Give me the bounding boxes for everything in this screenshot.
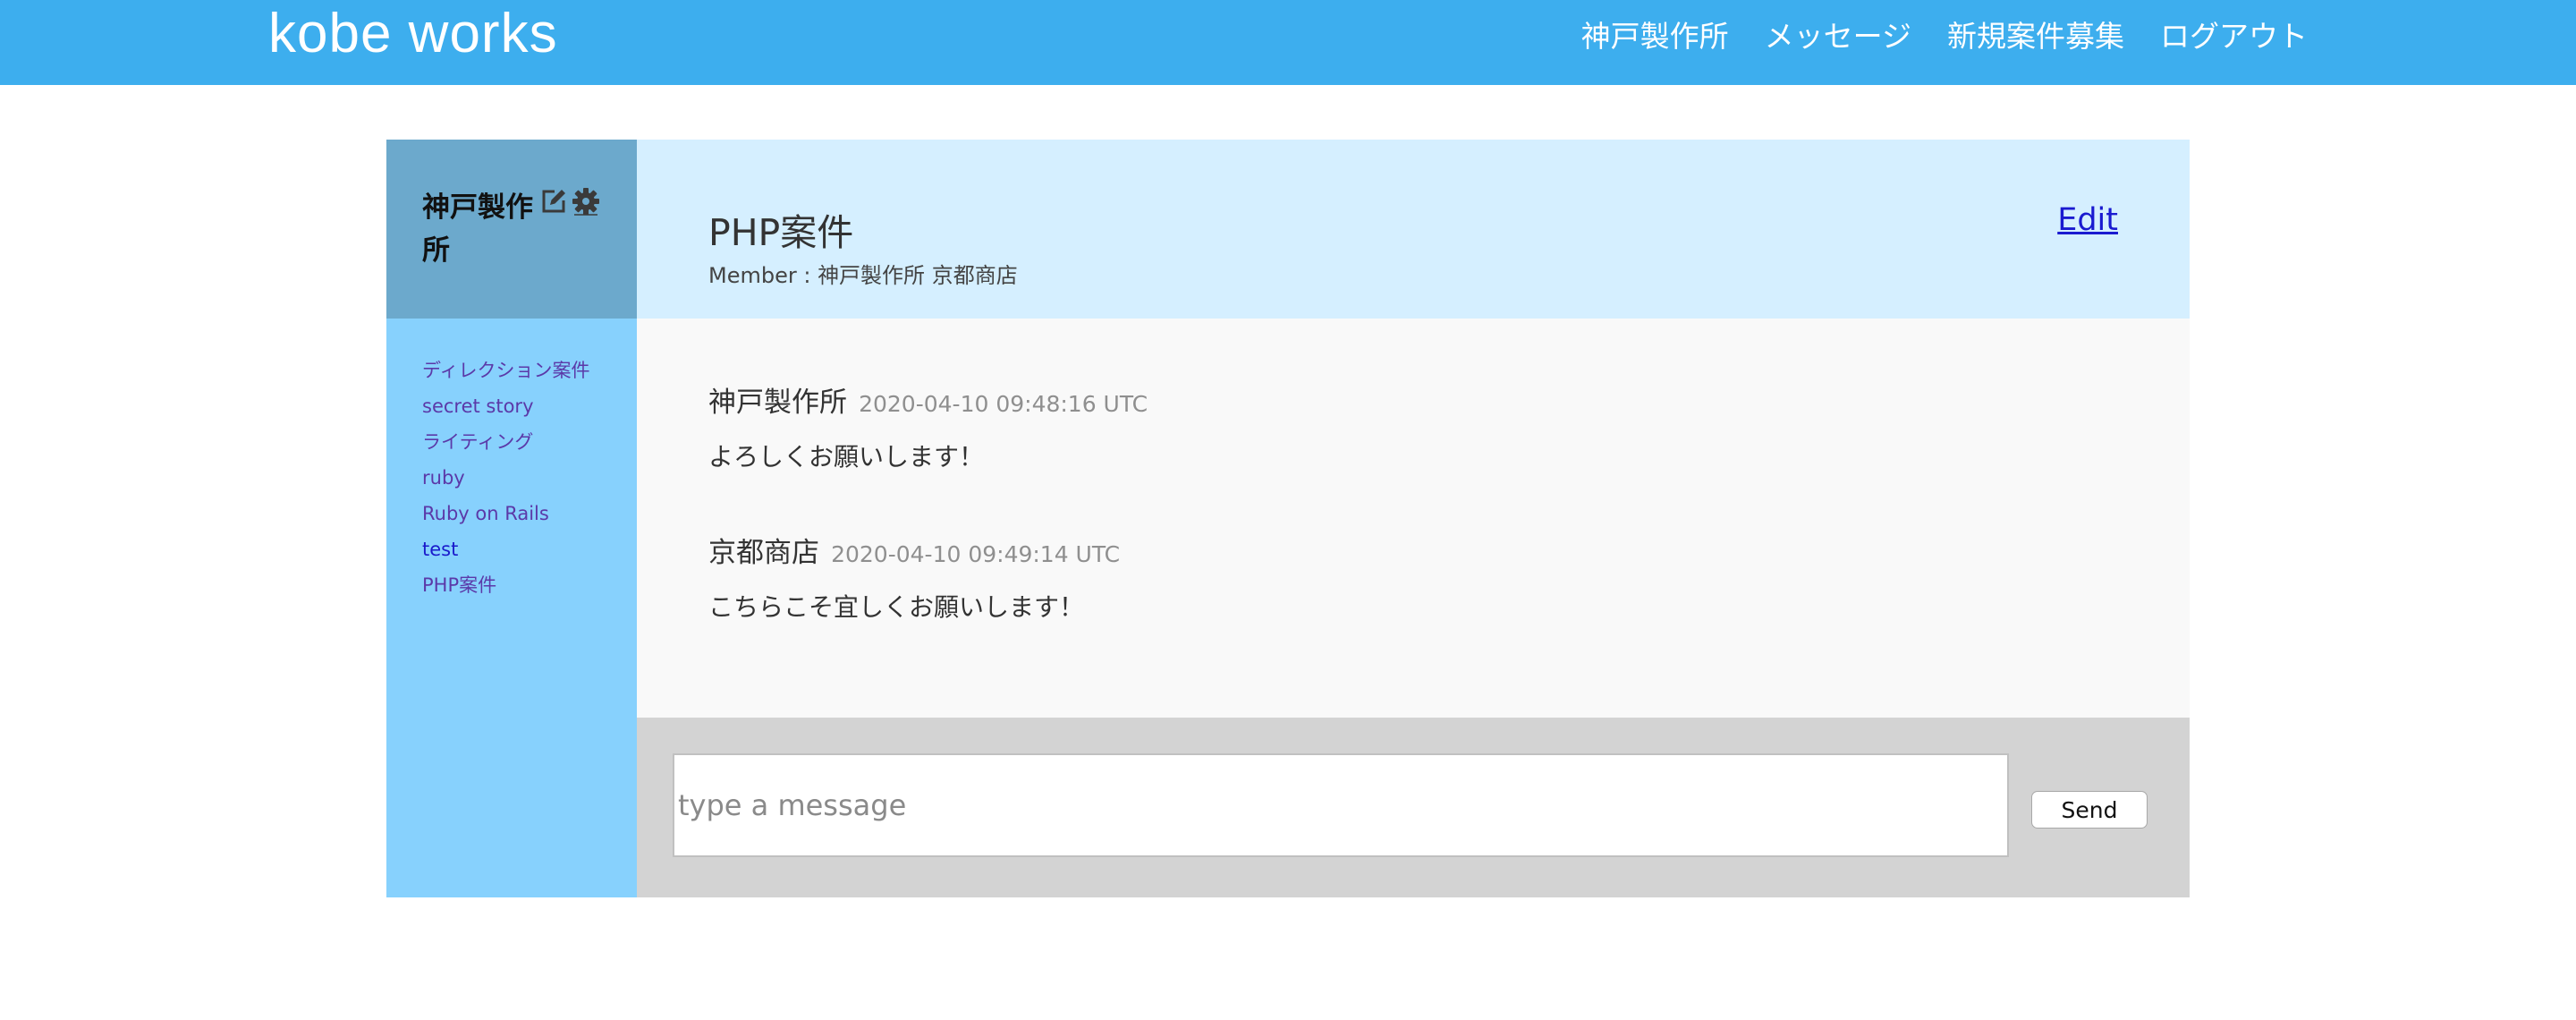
- edit-icon[interactable]: [538, 186, 569, 217]
- message-body: こちらこそ宜しくお願いします！: [708, 592, 1085, 622]
- message-composer: Send: [637, 718, 2190, 897]
- send-button[interactable]: Send: [2031, 791, 2148, 829]
- gear-icon[interactable]: [571, 186, 601, 217]
- room-item[interactable]: ディレクション案件: [422, 353, 590, 388]
- message-timestamp: 2020-04-10 09:48:16 UTC: [859, 391, 1148, 417]
- company-name: 神戸製作所: [422, 191, 533, 267]
- room-item[interactable]: PHP案件: [422, 567, 590, 603]
- nav-link-logout[interactable]: ログアウト: [2160, 13, 2308, 55]
- room-item[interactable]: ruby: [422, 460, 590, 496]
- chat-container: 神戸製作所 ディレクション案件 secret story ライティング ruby…: [386, 140, 2190, 897]
- message-author: 神戸製作所: [708, 387, 847, 419]
- nav-links: 神戸製作所 メッセージ 新規案件募集 ログアウト: [1581, 13, 2308, 55]
- message-input[interactable]: [673, 753, 2009, 857]
- message-item: 神戸製作所 2020-04-10 09:48:16 UTC よろしくお願いします…: [708, 379, 1148, 473]
- message-list: 神戸製作所 2020-04-10 09:48:16 UTC よろしくお願いします…: [637, 319, 2190, 718]
- message-author: 京都商店: [708, 537, 819, 569]
- room-item[interactable]: Ruby on Rails: [422, 496, 590, 531]
- nav-link-messages[interactable]: メッセージ: [1765, 13, 1911, 55]
- room-list: ディレクション案件 secret story ライティング ruby Ruby …: [422, 353, 590, 603]
- sidebar: 神戸製作所 ディレクション案件 secret story ライティング ruby…: [386, 140, 637, 897]
- edit-room-link[interactable]: Edit: [2057, 202, 2118, 238]
- nav-link-new-project[interactable]: 新規案件募集: [1947, 13, 2124, 55]
- sidebar-header: 神戸製作所: [386, 140, 637, 319]
- room-item[interactable]: secret story: [422, 388, 590, 424]
- message-timestamp: 2020-04-10 09:49:14 UTC: [831, 541, 1121, 567]
- chat-main: PHP案件 Member : 神戸製作所 京都商店 Edit 神戸製作所 202…: [637, 140, 2190, 897]
- room-members: Member : 神戸製作所 京都商店: [708, 263, 1018, 288]
- room-title: PHP案件: [708, 211, 854, 254]
- room-header: PHP案件 Member : 神戸製作所 京都商店 Edit: [637, 140, 2190, 319]
- message-body: よろしくお願いします！: [708, 442, 985, 472]
- room-item-active[interactable]: test: [422, 531, 590, 567]
- message-item: 京都商店 2020-04-10 09:49:14 UTC こちらこそ宜しくお願い…: [708, 530, 1120, 624]
- brand-logo[interactable]: kobe works: [268, 2, 558, 65]
- top-navbar: kobe works 神戸製作所 メッセージ 新規案件募集 ログアウト: [0, 0, 2576, 85]
- room-item[interactable]: ライティング: [422, 424, 590, 460]
- header-icons: [538, 186, 601, 217]
- nav-link-company[interactable]: 神戸製作所: [1581, 13, 1729, 55]
